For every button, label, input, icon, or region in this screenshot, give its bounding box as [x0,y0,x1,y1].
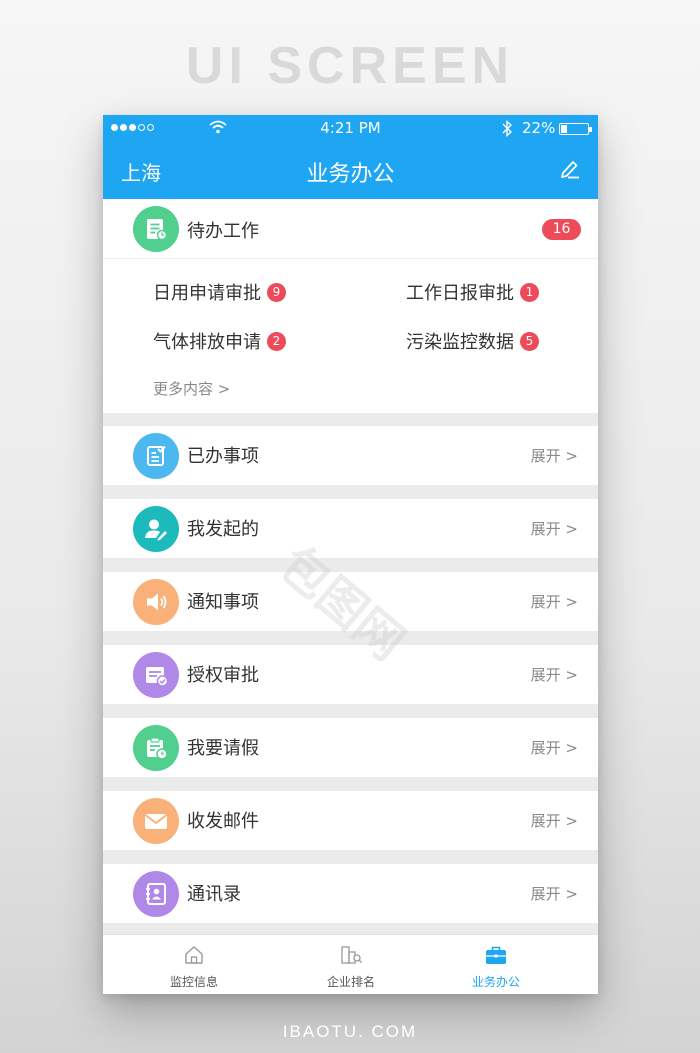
list-item-contacts[interactable]: 通讯录 展开 > [103,864,598,923]
list-item-mail[interactable]: 收发邮件 展开 > [103,791,598,850]
count-badge: 9 [267,282,286,302]
speaker-icon [133,579,179,625]
expand-link[interactable]: 展开 > [531,810,578,831]
list-item-label: 我发起的 [187,519,259,540]
list-item-label: 通讯录 [187,884,241,905]
count-badge: 1 [520,282,539,302]
battery-percent: 22% [522,119,556,137]
home-icon [185,946,203,964]
tab-monitoring[interactable]: 监控信息 [134,935,254,994]
list-item-done[interactable]: 已办事项 展开 > [103,426,598,485]
ranking-icon [341,946,362,964]
count-badge: 2 [267,331,286,351]
leave-calendar-icon [133,725,179,771]
battery-icon [559,123,592,135]
expand-link[interactable]: 展开 > [531,445,578,466]
todo-header[interactable]: 待办工作 16 [103,199,598,259]
tab-ranking[interactable]: 企业排名 [291,935,411,994]
phone-screen: 4:21 PM 22% 上海 业务办公 待办工作 16 日用申请审批 9 工作日… [103,115,598,994]
list-item-leave[interactable]: 我要请假 展开 > [103,718,598,777]
expand-link[interactable]: 展开 > [531,518,578,539]
todo-item-label: 气体排放申请 [153,332,261,353]
expand-link[interactable]: 展开 > [531,883,578,904]
tab-business-office[interactable]: 业务办公 [436,935,556,994]
todo-item-gas-emission[interactable]: 气体排放申请 2 [153,328,286,354]
expand-link[interactable]: 展开 > [531,591,578,612]
todo-count-badge: 16 [542,219,581,240]
approval-icon [133,652,179,698]
user-edit-icon [133,506,179,552]
tab-bar: 监控信息 企业排名 业务办公 [103,934,598,994]
list-item-label: 授权审批 [187,665,259,686]
list-item-notices[interactable]: 通知事项 展开 > [103,572,598,631]
list-item-label: 已办事项 [187,446,259,467]
list-item-label: 我要请假 [187,738,259,759]
mail-icon [133,798,179,844]
list-item-authorization[interactable]: 授权审批 展开 > [103,645,598,704]
todo-item-pollution-data[interactable]: 污染监控数据 5 [406,328,539,354]
tab-label: 监控信息 [169,975,218,989]
todo-section: 待办工作 16 日用申请审批 9 工作日报审批 1 气体排放申请 2 污染监控数… [103,199,598,413]
checklist-icon [133,433,179,479]
status-bar: 4:21 PM 22% [103,115,598,141]
expand-link[interactable]: 展开 > [531,664,578,685]
todo-item-daily-application[interactable]: 日用申请审批 9 [153,279,286,305]
page-title: 业务办公 [306,162,395,187]
background-title: UI SCREEN [185,37,515,95]
todo-title: 待办工作 [187,221,259,242]
contacts-icon [133,871,179,917]
todo-item-daily-report[interactable]: 工作日报审批 1 [406,279,539,305]
briefcase-icon [486,946,506,964]
bluetooth-icon [502,120,513,137]
list-item-label: 通知事项 [187,592,259,613]
navigation-bar: 上海 业务办公 [103,141,598,199]
count-badge: 5 [520,331,539,351]
todo-item-label: 工作日报审批 [406,283,514,304]
list-item-label: 收发邮件 [187,811,259,832]
todo-item-label: 污染监控数据 [406,332,514,353]
edit-icon[interactable] [559,158,581,180]
list-item-initiated[interactable]: 我发起的 展开 > [103,499,598,558]
todo-document-icon [133,206,179,252]
background-footer: IBAOTU. COM [282,1022,418,1041]
tab-label: 业务办公 [471,975,520,989]
expand-link[interactable]: 展开 > [531,737,578,758]
tab-label: 企业排名 [326,975,375,989]
more-content-link[interactable]: 更多内容 > [153,378,230,399]
todo-item-label: 日用申请审批 [153,283,261,304]
